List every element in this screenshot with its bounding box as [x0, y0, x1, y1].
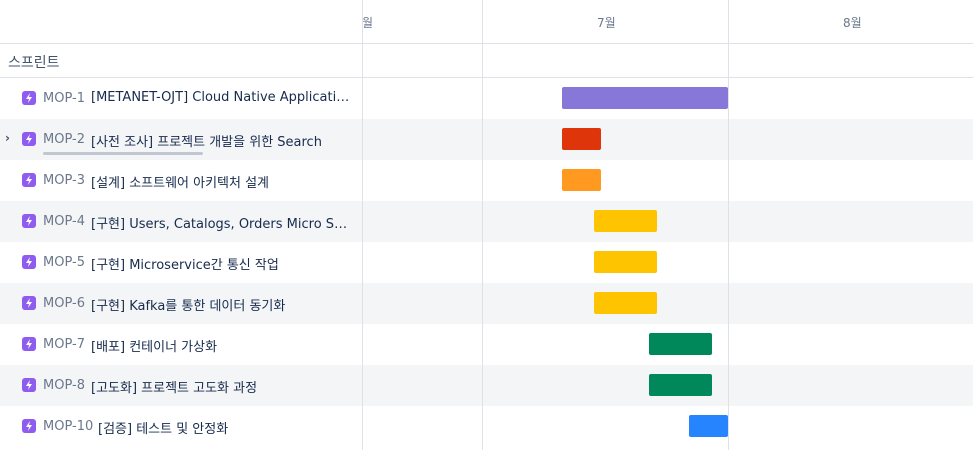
epic-lightning-icon	[22, 378, 36, 392]
timeline-bar[interactable]	[649, 333, 712, 355]
issue-key[interactable]: MOP-1	[43, 91, 85, 106]
issue-key[interactable]: MOP-6	[43, 296, 85, 311]
issue-title[interactable]: [검증] 테스트 및 안정화	[98, 418, 228, 437]
epic-lightning-icon	[22, 91, 36, 105]
epic-row[interactable]: MOP-5 [구현] Microservice간 통신 작업	[0, 242, 973, 283]
epic-lightning-icon	[22, 255, 36, 269]
timeline-bar[interactable]	[594, 251, 657, 273]
epic-row[interactable]: MOP-6 [구현] Kafka를 통한 데이터 동기화	[0, 283, 973, 324]
epic-row[interactable]: MOP-1 [METANET-OJT] Cloud Native Applica…	[0, 78, 973, 119]
progress-bar	[43, 152, 203, 155]
epic-row[interactable]: › MOP-2 [사전 조사] 프로젝트 개발을 위한 Search	[0, 119, 973, 160]
month-divider	[482, 0, 483, 450]
issue-title[interactable]: [구현] Users, Catalogs, Orders Micro Servi…	[91, 213, 353, 232]
sprint-row[interactable]: 스프린트	[0, 44, 973, 78]
month-label-august: 8월	[843, 16, 862, 30]
issue-key[interactable]: MOP-4	[43, 214, 85, 229]
epic-lightning-icon	[22, 419, 36, 433]
sprint-label: 스프린트	[8, 55, 60, 71]
epic-lightning-icon	[22, 214, 36, 228]
issue-key[interactable]: MOP-2	[43, 132, 85, 147]
issue-title[interactable]: [사전 조사] 프로젝트 개발을 위한 Search	[91, 131, 322, 150]
timeline-bar[interactable]	[562, 87, 728, 109]
issue-key[interactable]: MOP-3	[43, 173, 85, 188]
issue-title[interactable]: [구현] Microservice간 통신 작업	[91, 254, 279, 273]
epic-row[interactable]: MOP-4 [구현] Users, Catalogs, Orders Micro…	[0, 201, 973, 242]
timeline-bar[interactable]	[562, 169, 601, 191]
month-label-july: 7월	[597, 16, 616, 30]
timeline-bar[interactable]	[594, 292, 657, 314]
epic-lightning-icon	[22, 296, 36, 310]
issue-key[interactable]: MOP-10	[43, 419, 93, 434]
chevron-right-icon[interactable]: ›	[5, 131, 10, 145]
timeline-bar[interactable]	[689, 415, 728, 437]
timeline-bar[interactable]	[562, 128, 601, 150]
month-label-prev: 월	[362, 16, 374, 30]
issue-key[interactable]: MOP-5	[43, 255, 85, 270]
epic-row[interactable]: MOP-10 [검증] 테스트 및 안정화	[0, 406, 973, 447]
panel-divider[interactable]	[362, 0, 363, 450]
epic-row[interactable]: MOP-7 [배포] 컨테이너 가상화	[0, 324, 973, 365]
issue-title[interactable]: [METANET-OJT] Cloud Native Application..…	[91, 90, 353, 105]
timeline-bar[interactable]	[594, 210, 657, 232]
issue-title[interactable]: [고도화] 프로젝트 고도화 과정	[91, 377, 257, 396]
issue-title[interactable]: [구현] Kafka를 통한 데이터 동기화	[91, 295, 285, 314]
timeline-bar[interactable]	[649, 374, 712, 396]
epic-row[interactable]: MOP-8 [고도화] 프로젝트 고도화 과정	[0, 365, 973, 406]
issue-title[interactable]: [설계] 소프트웨어 아키텍처 설계	[91, 172, 269, 191]
month-divider	[728, 0, 729, 450]
epic-lightning-icon	[22, 337, 36, 351]
epic-lightning-icon	[22, 173, 36, 187]
timeline-header: 월 7월 8월	[0, 0, 973, 44]
issue-title[interactable]: [배포] 컨테이너 가상화	[91, 336, 217, 355]
epic-lightning-icon	[22, 132, 36, 146]
epic-row[interactable]: MOP-3 [설계] 소프트웨어 아키텍처 설계	[0, 160, 973, 201]
issue-key[interactable]: MOP-8	[43, 378, 85, 393]
issue-key[interactable]: MOP-7	[43, 337, 85, 352]
